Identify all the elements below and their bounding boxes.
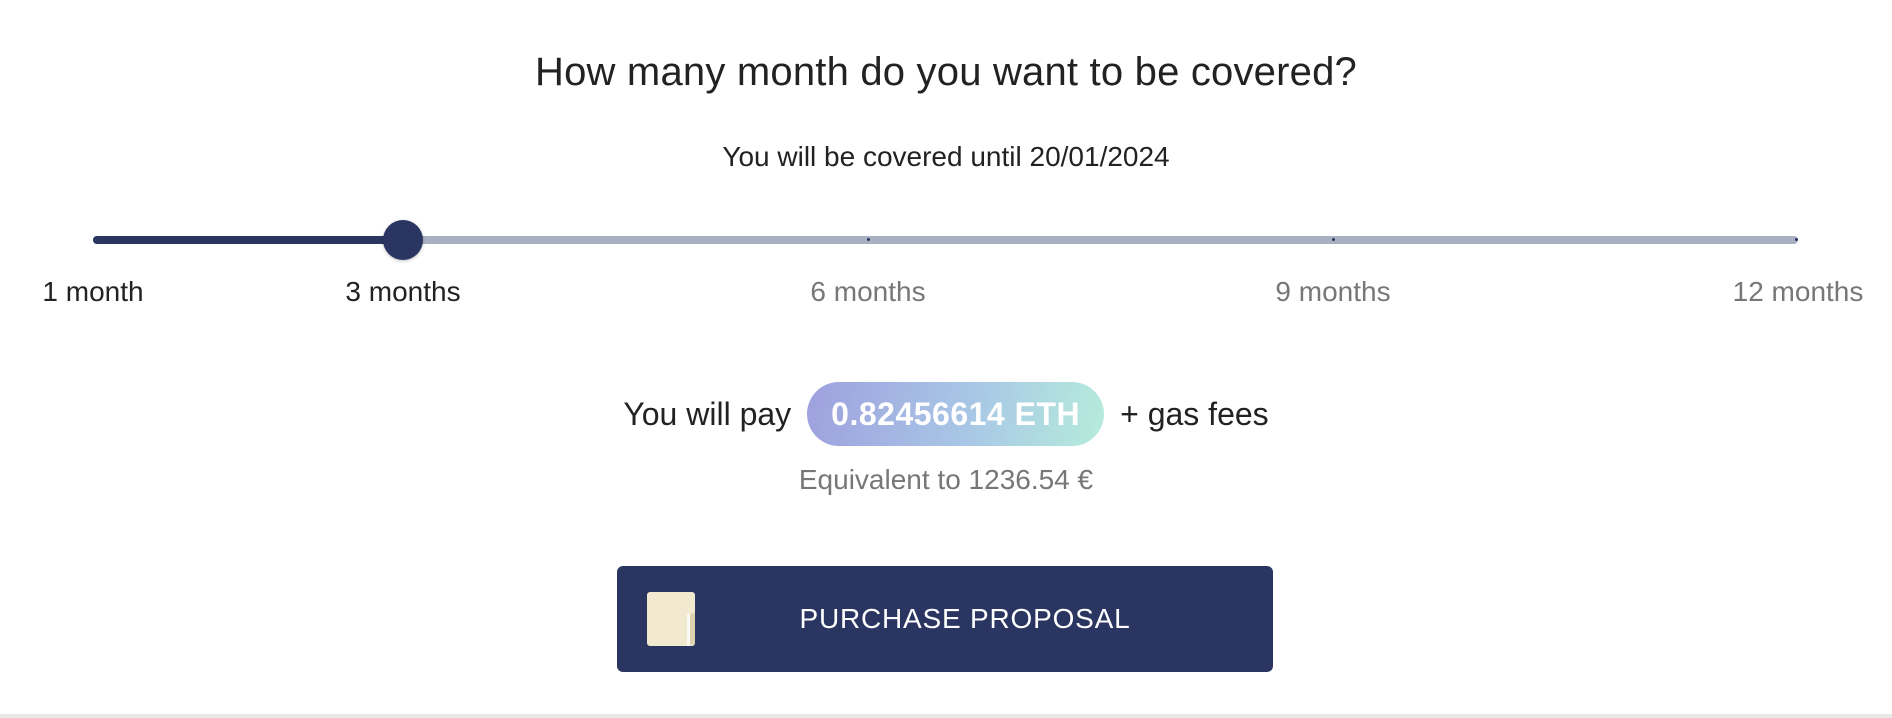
slider-mark-6-months[interactable]: 6 months: [810, 276, 925, 308]
slider-mark-9-months[interactable]: 9 months: [1275, 276, 1390, 308]
purchase-button-label: PURCHASE PROPOSAL: [799, 603, 1131, 634]
fiat-equivalent: Equivalent to 1236.54 €: [798, 464, 1094, 495]
slider-mark-1-month[interactable]: 1 month: [42, 276, 143, 308]
slider-tick-9: [1331, 238, 1335, 241]
slider-tick-12: [1794, 238, 1798, 241]
page-title: How many month do you want to be covered…: [535, 50, 1357, 94]
card-bottom-edge: [0, 714, 1892, 718]
slider-mark-12-months[interactable]: 12 months: [1733, 276, 1864, 308]
coverage-card: How many month do you want to be covered…: [0, 0, 1892, 718]
payment-amount-badge: 0.82456614 ETH: [807, 382, 1105, 446]
purchase-proposal-button[interactable]: PURCHASE PROPOSAL: [617, 566, 1273, 672]
slider-thumb[interactable]: [383, 220, 423, 260]
payment-prefix: You will pay: [623, 395, 792, 432]
months-slider[interactable]: [93, 220, 1798, 260]
slider-mark-3-months[interactable]: 3 months: [345, 276, 460, 308]
slider-track-fill: [93, 236, 403, 244]
payment-row: You will pay 0.82456614 ETH + gas fees: [0, 382, 1892, 446]
slider-tick-6: [866, 238, 870, 241]
payment-suffix: + gas fees: [1120, 395, 1269, 432]
covered-until-text: You will be covered until 20/01/2024: [722, 141, 1170, 172]
